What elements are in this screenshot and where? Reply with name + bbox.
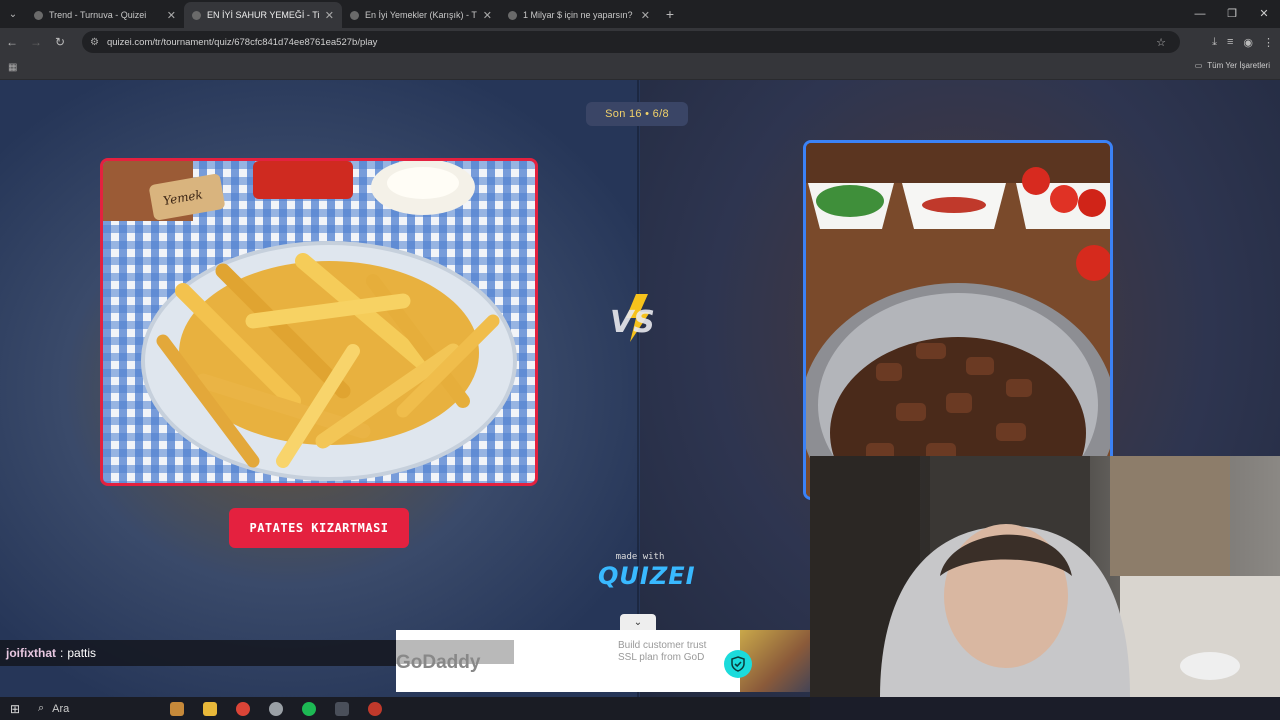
close-window-icon[interactable]: ✕ — [1248, 0, 1280, 28]
quizei-logo: QUIZEI — [598, 562, 696, 590]
folder-icon: ▭ — [1194, 61, 1203, 70]
download-icon[interactable]: ⤓ — [1212, 36, 1217, 49]
tab-milyar[interactable]: 1 Milyar $ için ne yaparsın? - Ti ✕ — [500, 2, 658, 28]
media-icon[interactable]: ≡ — [1227, 36, 1233, 48]
bookmarks-bar: ▦ ▭ Tüm Yer İşaretleri — [0, 56, 1280, 80]
tab-title: 1 Milyar $ için ne yaparsın? - Ti — [523, 10, 635, 20]
tab-search-button[interactable]: ⌄ — [0, 0, 26, 28]
ad-text-line1: Build customer trust — [618, 640, 707, 651]
tab-sahur[interactable]: EN İYİ SAHUR YEMEĞİ - Tier Lis ✕ — [184, 2, 342, 28]
tab-favicon — [192, 10, 201, 20]
profile-icon[interactable]: ◉ — [1243, 36, 1253, 49]
obs-icon[interactable] — [358, 697, 391, 720]
minimize-icon[interactable]: — — [1184, 0, 1216, 28]
app-icon[interactable] — [325, 697, 358, 720]
window-controls: — ❐ ✕ — [1184, 0, 1280, 28]
ad-logo: GoDaddy — [396, 652, 481, 673]
meat-photo — [806, 143, 1110, 497]
reload-icon[interactable]: ↻ — [48, 35, 72, 49]
back-icon[interactable]: ← — [0, 35, 24, 49]
settings-icon[interactable] — [259, 697, 292, 720]
tab-title: En İyi Yemekler (Karışık) - Tier Li — [365, 10, 477, 20]
vs-text: VS — [610, 305, 655, 340]
forward-icon[interactable]: → — [24, 35, 48, 49]
ad-banner[interactable]: GoDaddy Build customer trust SSL plan fr… — [396, 630, 810, 692]
tab-bar: ⌄ Trend - Turnuva - Quizei ✕ EN İYİ SAHU… — [0, 0, 1280, 28]
close-icon[interactable]: ✕ — [641, 9, 650, 22]
left-choice-card[interactable]: Yemek — [100, 158, 538, 486]
center-divider — [637, 80, 639, 697]
windows-start-icon[interactable]: ⊞ — [0, 702, 30, 716]
site-info-icon[interactable]: ⚙ — [90, 37, 99, 48]
tab-favicon — [508, 10, 517, 20]
address-bar: ← → ↻ ⚙ quizei.com/tr/tournament/quiz/67… — [0, 28, 1280, 56]
round-indicator: Son 16 • 6/8 — [586, 102, 688, 126]
chat-separator: : — [60, 646, 64, 660]
close-icon[interactable]: ✕ — [167, 9, 176, 22]
apps-grid-icon[interactable]: ▦ — [8, 62, 17, 73]
tab-favicon — [34, 10, 43, 20]
tab-title: EN İYİ SAHUR YEMEĞİ - Tier Lis — [207, 10, 319, 20]
new-tab-button[interactable]: + — [658, 6, 682, 22]
url-text: quizei.com/tr/tournament/quiz/678cfc841d… — [106, 36, 378, 48]
taskbar-search[interactable]: ⌕ Ara — [30, 702, 160, 715]
ad-text: Build customer trust SSL plan from GoD — [618, 640, 706, 664]
close-icon[interactable]: ✕ — [325, 9, 334, 22]
ad-text-line2: SSL plan from GoD — [618, 652, 705, 663]
url-field[interactable]: ⚙ quizei.com/tr/tournament/quiz/678cfc84… — [82, 31, 1180, 53]
search-icon: ⌕ — [38, 702, 45, 714]
chat-text: pattis — [67, 646, 97, 660]
toolbar-actions: ⤓ ≡ ◉ ⋮ — [1212, 28, 1274, 56]
bookmark-star-icon[interactable]: ☆ — [1156, 36, 1166, 49]
fries-photo: Yemek — [103, 161, 535, 483]
chat-username: joifixthat — [6, 646, 56, 660]
made-with-badge[interactable]: made with QUIZEI — [598, 552, 696, 590]
shield-check-icon — [724, 650, 752, 678]
webcam-overlay — [810, 456, 1280, 697]
tab-yemekler[interactable]: En İyi Yemekler (Karışık) - Tier Li ✕ — [342, 2, 500, 28]
left-choice-button[interactable]: PATATES KIZARTMASI — [229, 508, 409, 548]
chat-message: joifixthat : pattis — [0, 640, 396, 666]
all-bookmarks-button[interactable]: ▭ Tüm Yer İşaretleri — [1195, 61, 1270, 70]
widgets-icon[interactable] — [160, 697, 193, 720]
made-with-text: made with — [615, 552, 665, 562]
restore-icon[interactable]: ❐ — [1216, 0, 1248, 28]
vs-emblem: VS — [604, 290, 674, 346]
tab-title: Trend - Turnuva - Quizei — [49, 10, 147, 20]
file-explorer-icon[interactable] — [193, 697, 226, 720]
close-icon[interactable]: ✕ — [483, 9, 492, 22]
tab-trend[interactable]: Trend - Turnuva - Quizei ✕ — [26, 2, 184, 28]
menu-icon[interactable]: ⋮ — [1263, 36, 1274, 49]
tab-favicon — [350, 10, 359, 20]
taskbar-search-label: Ara — [52, 702, 70, 715]
quiz-stage: Son 16 • 6/8 Yemek PATATES KIZARTMASI VS… — [0, 80, 1280, 697]
spotify-icon[interactable] — [292, 697, 325, 720]
right-choice-card[interactable] — [803, 140, 1113, 500]
chrome-icon[interactable] — [226, 697, 259, 720]
taskbar: ⊞ ⌕ Ara — [0, 697, 810, 720]
all-bookmarks-label: Tüm Yer İşaretleri — [1207, 61, 1270, 70]
